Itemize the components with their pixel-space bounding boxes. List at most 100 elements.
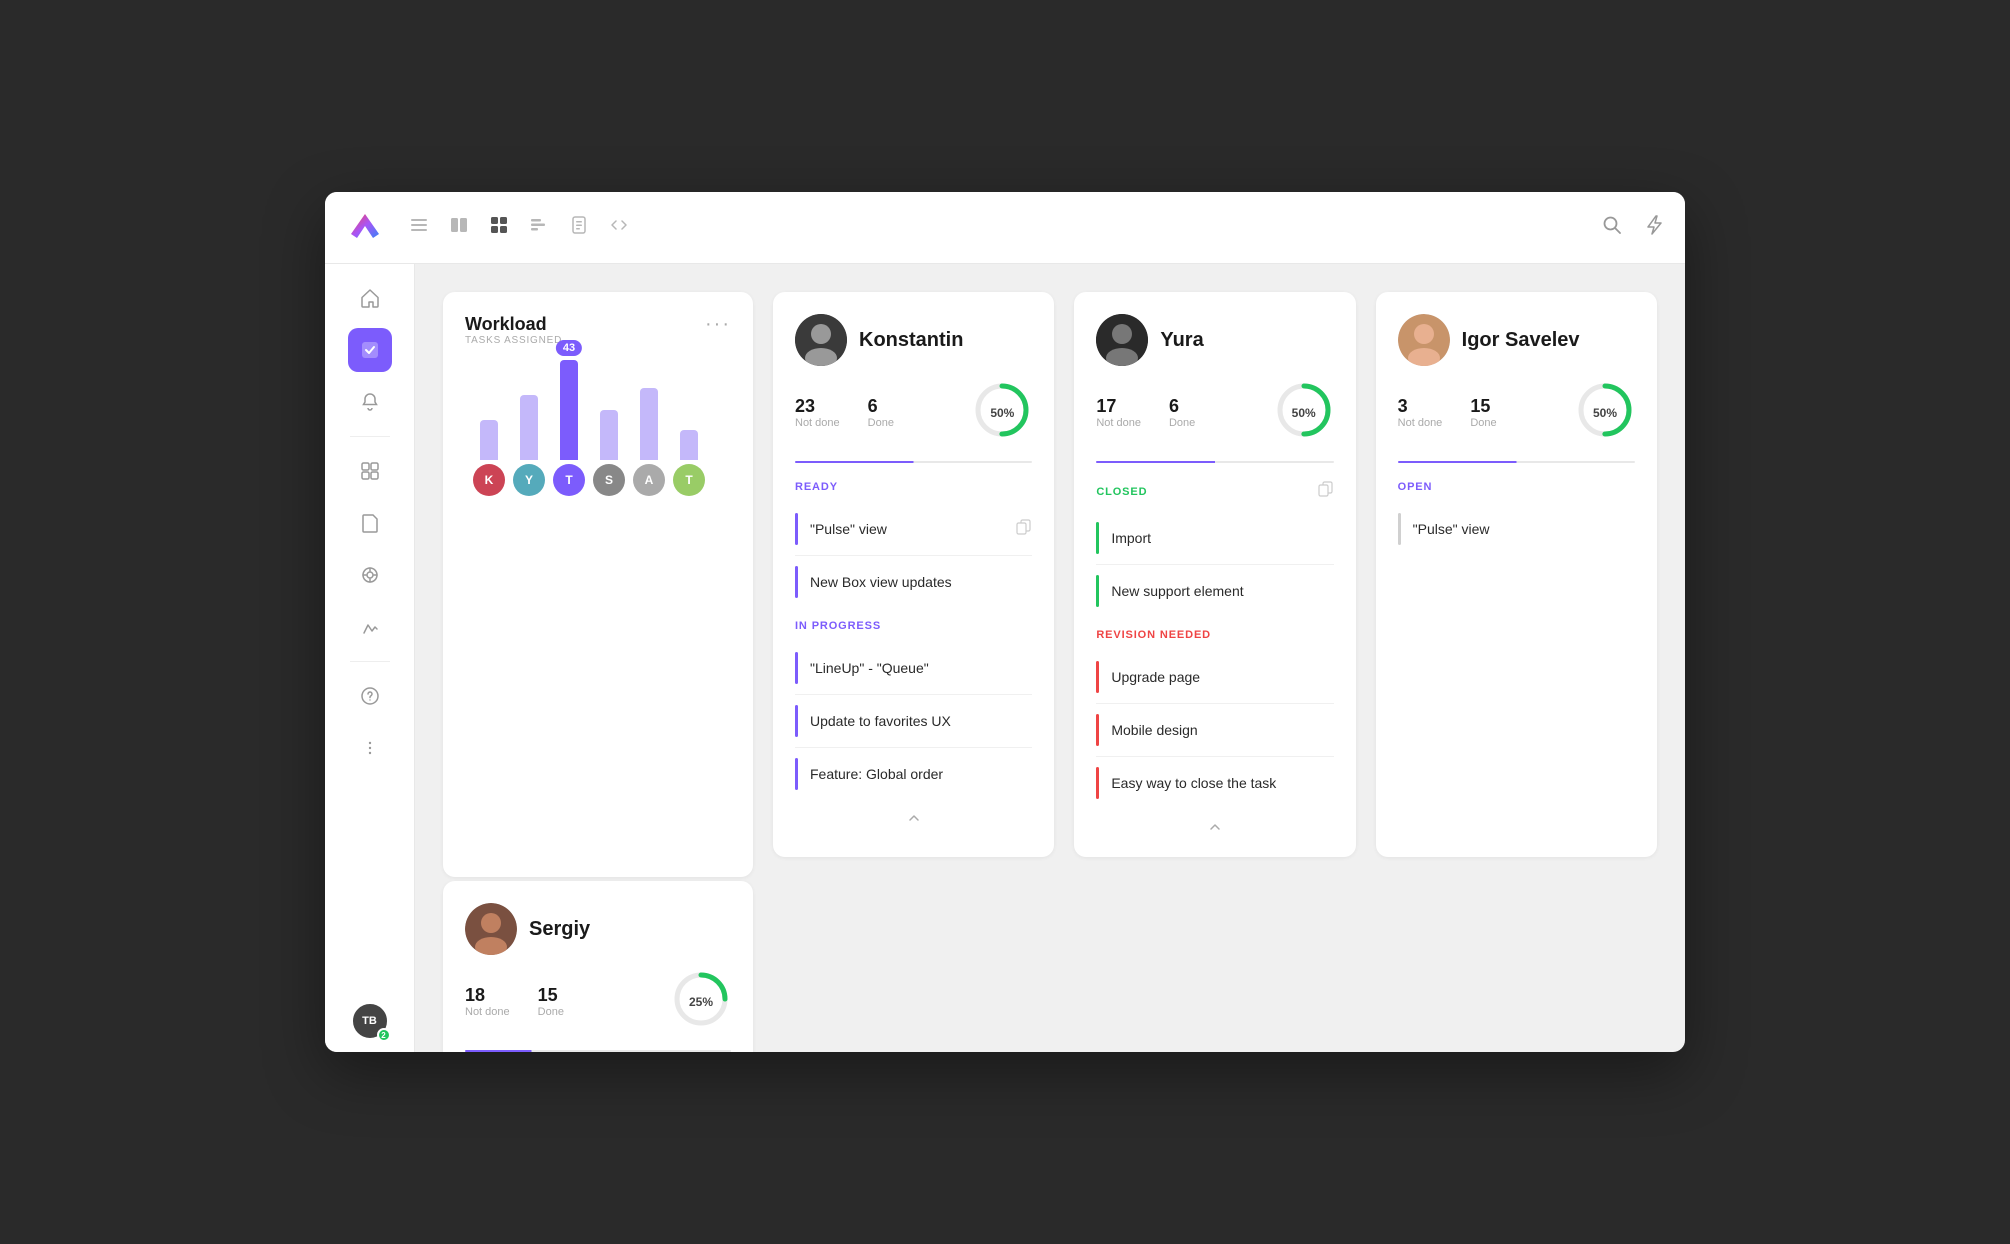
logo [345,208,385,248]
konstantin-divider [795,461,1032,463]
copy-icon[interactable] [1016,519,1032,540]
igor-header: Igor Savelev [1398,314,1635,366]
workload-title: Workload TASKS ASSIGNED [465,314,562,362]
grid-view-icon[interactable] [489,215,509,240]
yura-closed-section: CLOSED Import New support element [1096,481,1333,617]
top-bar [325,192,1685,264]
avatar-5: A [633,464,665,496]
workload-subtitle: TASKS ASSIGNED [465,335,562,346]
sergiy-header: Sergiy [465,903,731,955]
workload-title-text: Workload [465,314,562,335]
task-upgrade-page: Upgrade page [1096,651,1333,704]
yura-stats: 17 Not done 6 Done 50% [1096,380,1333,445]
igor-done: 15 Done [1470,396,1496,429]
copy-icon-yura[interactable] [1318,481,1334,502]
konstantin-not-done: 23 Not done [795,396,840,429]
sergiy-done: 15 Done [538,985,564,1018]
workload-header: Workload TASKS ASSIGNED ··· [465,314,731,362]
yura-done: 6 Done [1169,396,1195,429]
sidebar-item-tasks[interactable] [348,328,392,372]
yura-collapse-btn[interactable] [1096,819,1333,835]
avatar-6: T [673,464,705,496]
konstantin-inprogress-tasks: "LineUp" - "Queue" Update to favorites U… [795,642,1032,800]
sidebar-item-help[interactable] [348,674,392,718]
content-area: Workload TASKS ASSIGNED ··· K Y [415,264,1685,1052]
list-view-icon[interactable] [409,215,429,240]
yura-header: Yura [1096,314,1333,366]
konstantin-stats: 23 Not done 6 Done 50% [795,380,1032,445]
konstantin-card: Konstantin 23 Not done 6 Done [773,292,1054,857]
bar-1: K [473,420,505,496]
bar-5: A [633,388,665,496]
igor-card: Igor Savelev 3 Not done 15 Done [1376,292,1657,857]
yura-avatar [1096,314,1148,366]
sidebar-item-more[interactable] [348,726,392,770]
igor-open-tasks: "Pulse" view [1398,503,1635,555]
search-icon[interactable] [1601,214,1623,241]
yura-closed-tasks: Import New support element [1096,512,1333,617]
sidebar-item-docs[interactable] [348,501,392,545]
sidebar-item-dashboards[interactable] [348,449,392,493]
code-view-icon[interactable] [609,215,629,240]
konstantin-name: Konstantin [859,329,963,352]
sidebar-item-pulse[interactable] [348,553,392,597]
board-view-icon[interactable] [449,215,469,240]
task-new-support: New support element [1096,565,1333,617]
yura-name: Yura [1160,329,1203,352]
toolbar-icons [409,215,1585,240]
workload-more-btn[interactable]: ··· [705,314,731,334]
gantt-view-icon[interactable] [529,215,549,240]
sidebar-bottom: TB 2 [351,1002,389,1040]
konstantin-collapse-btn[interactable] [795,810,1032,826]
yura-not-done: 17 Not done [1096,396,1141,429]
sergiy-donut: 25% [671,969,731,1034]
bar-6: T [673,430,705,496]
task-pulse-view-k: "Pulse" view [795,503,1032,556]
sergiy-card: Sergiy 18 Not done 15 Done [443,881,753,1052]
task-box-view: New Box view updates [795,556,1032,608]
user-avatar[interactable]: TB 2 [351,1002,389,1040]
igor-not-done: 3 Not done [1398,396,1443,429]
sergiy-name: Sergiy [529,918,590,941]
chart-area: K Y 43 T S [465,366,731,496]
sidebar-item-home[interactable] [348,276,392,320]
konstantin-header: Konstantin [795,314,1032,366]
bar-3: 43 T [553,360,585,496]
sidebar-item-goals[interactable] [348,605,392,649]
yura-revision-section: REVISION NEEDED Upgrade page Mobile desi… [1096,629,1333,809]
igor-open-section: OPEN "Pulse" view [1398,481,1635,555]
doc-view-icon[interactable] [569,215,589,240]
task-global-order: Feature: Global order [795,748,1032,800]
task-pulse-view-igor: "Pulse" view [1398,503,1635,555]
main-layout: TB 2 Workload TASKS ASSIGNED ··· [325,264,1685,1052]
sidebar-divider-2 [350,661,390,662]
sidebar-item-notifications[interactable] [348,380,392,424]
avatar-1: K [473,464,505,496]
avatar-4: S [593,464,625,496]
konstantin-ready-section: READY "Pulse" view New Box view updates [795,481,1032,608]
konstantin-ready-tasks: "Pulse" view New Box view updates [795,503,1032,608]
avatar-2: Y [513,464,545,496]
top-bar-right [1601,214,1665,241]
igor-name: Igor Savelev [1462,329,1580,352]
bar-4: S [593,410,625,496]
konstantin-inprogress-section: IN PROGRESS "LineUp" - "Queue" Update to… [795,620,1032,800]
yura-donut: 50% [1274,380,1334,445]
bar-2: Y [513,395,545,496]
bar-badge-label: 43 [556,340,582,356]
sergiy-avatar [465,903,517,955]
konstantin-avatar [795,314,847,366]
task-import: Import [1096,512,1333,565]
task-favorites-ux: Update to favorites UX [795,695,1032,748]
igor-divider [1398,461,1635,463]
workload-card: Workload TASKS ASSIGNED ··· K Y [443,292,753,877]
konstantin-donut: 50% [972,380,1032,445]
avatar-3: T [553,464,585,496]
sidebar: TB 2 [325,264,415,1052]
task-lineup: "LineUp" - "Queue" [795,642,1032,695]
bolt-icon[interactable] [1643,214,1665,241]
notification-badge: 2 [377,1028,391,1042]
sidebar-divider [350,436,390,437]
task-close-task: Easy way to close the task [1096,757,1333,809]
igor-donut: 50% [1575,380,1635,445]
